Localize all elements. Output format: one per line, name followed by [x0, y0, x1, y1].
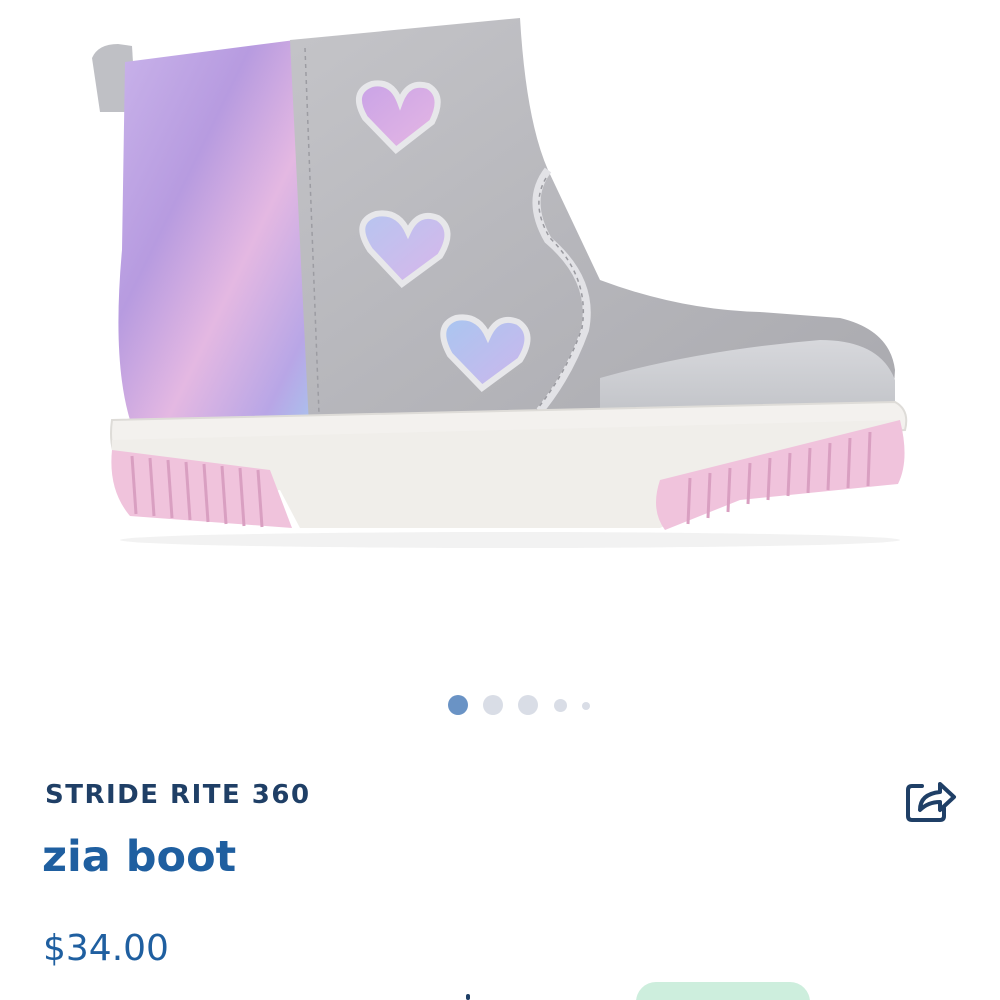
carousel-dot-1[interactable] [448, 695, 468, 715]
partial-control [466, 994, 470, 1000]
brand-name[interactable]: STRIDE RITE 360 [45, 780, 311, 810]
product-title: zia boot [42, 832, 237, 882]
image-carousel-indicator[interactable] [0, 690, 1000, 720]
product-detail-page: STRIDE RITE 360 zia boot $34.00 [0, 0, 1000, 1000]
product-price: $34.00 [43, 928, 169, 969]
carousel-dot-3[interactable] [518, 695, 538, 715]
share-button[interactable] [902, 776, 960, 826]
carousel-dot-2[interactable] [483, 695, 503, 715]
promo-badge[interactable] [636, 982, 810, 1000]
carousel-dot-5[interactable] [582, 702, 590, 710]
carousel-dot-4[interactable] [554, 699, 567, 712]
share-icon [906, 782, 956, 822]
product-image[interactable] [0, 0, 1000, 680]
